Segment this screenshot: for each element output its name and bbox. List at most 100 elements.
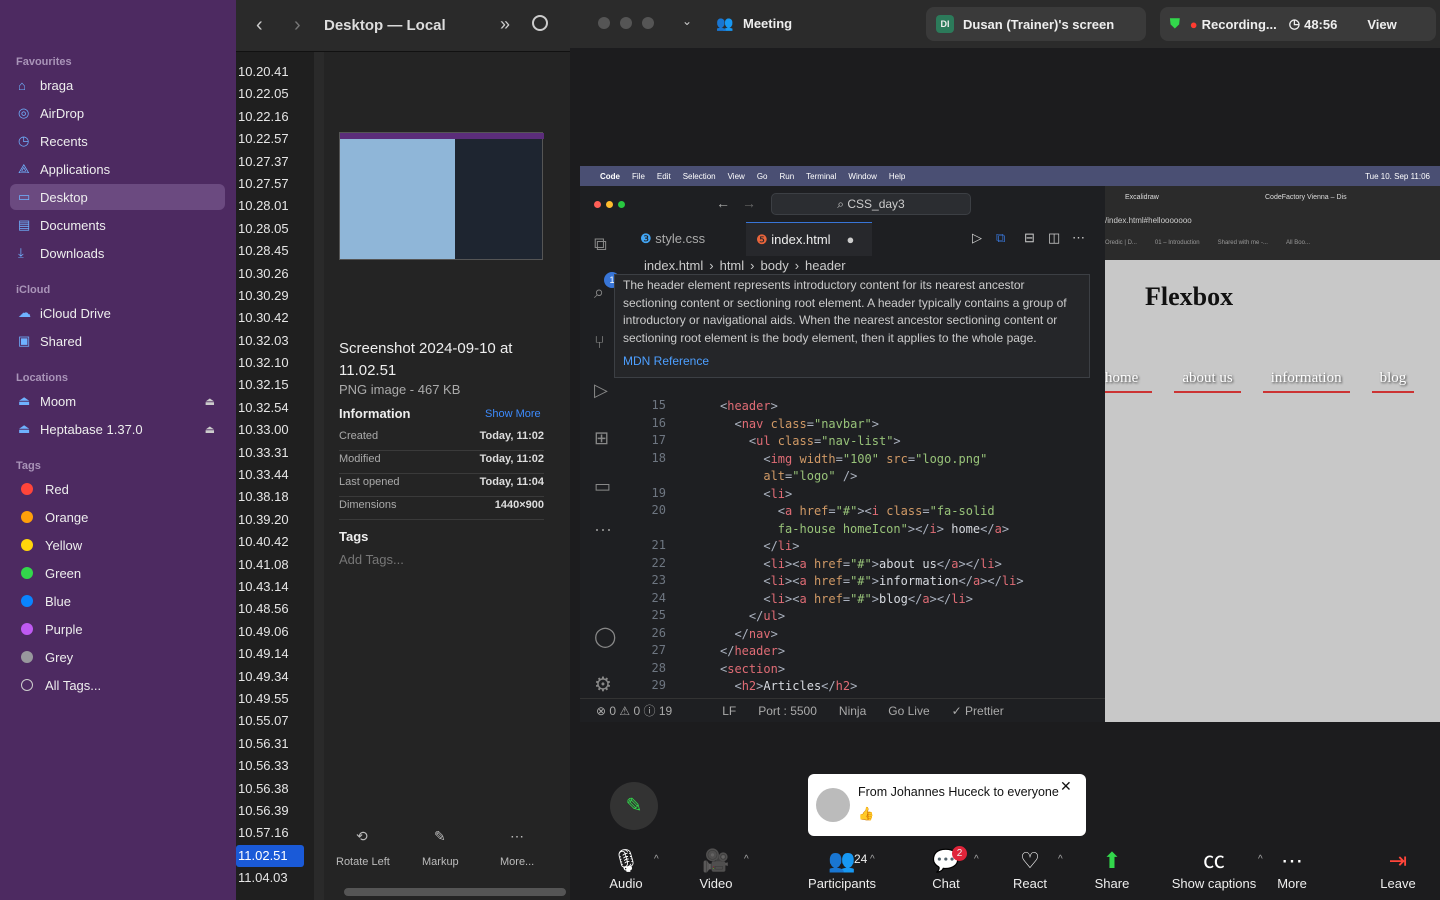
go-live-status[interactable]: Go Live bbox=[888, 704, 929, 718]
close-icon[interactable]: ✕ bbox=[1060, 778, 1072, 795]
file-row[interactable]: 10.27.57 bbox=[236, 173, 314, 195]
problems-status[interactable]: ⊗ 0 ⚠ 0 ⓘ 19 bbox=[596, 702, 672, 719]
file-row[interactable]: 10.33.31 bbox=[236, 442, 314, 464]
sidebar-tag-red[interactable]: Red bbox=[10, 476, 225, 502]
chevron-double-icon[interactable]: » bbox=[500, 14, 510, 35]
sidebar-tag-grey[interactable]: Grey bbox=[10, 644, 225, 670]
file-row[interactable]: 10.43.14 bbox=[236, 576, 314, 598]
forward-icon[interactable]: › bbox=[294, 14, 301, 37]
video-button[interactable]: 🎥 Video bbox=[676, 846, 756, 891]
file-row[interactable]: 11.04.03 bbox=[236, 867, 314, 889]
sidebar-item-downloads[interactable]: ⤓ Downloads bbox=[10, 240, 225, 266]
sidebar-item-icloud-drive[interactable]: ☁ iCloud Drive bbox=[10, 300, 225, 326]
sidebar-item-recents[interactable]: ◷ Recents bbox=[10, 128, 225, 154]
nav-forward-icon[interactable]: → bbox=[742, 195, 756, 211]
file-row[interactable]: 10.38.18 bbox=[236, 486, 314, 508]
file-row[interactable]: 10.32.03 bbox=[236, 330, 314, 352]
code-editor[interactable]: 15 <header> 16 <nav class="navbar"> 17 <ul … bbox=[580, 398, 1090, 698]
more-button[interactable]: ⋯ More bbox=[1252, 846, 1332, 891]
preview-thumbnail[interactable] bbox=[339, 132, 544, 260]
file-row[interactable]: 10.22.16 bbox=[236, 106, 314, 128]
share-button[interactable]: ⬆ Share bbox=[1072, 846, 1152, 891]
participants-button[interactable]: 👥 Participants 24 bbox=[802, 846, 882, 891]
breadcrumb-item[interactable]: header bbox=[805, 258, 845, 273]
back-icon[interactable]: ‹ bbox=[256, 14, 263, 37]
file-row[interactable]: 10.32.54 bbox=[236, 397, 314, 419]
file-row[interactable]: 10.33.44 bbox=[236, 464, 314, 486]
explorer-icon[interactable]: ⧉ bbox=[594, 234, 607, 255]
breadcrumb-item[interactable]: html bbox=[720, 258, 745, 273]
file-row[interactable]: 10.32.10 bbox=[236, 352, 314, 374]
sidebar-tag-blue[interactable]: Blue bbox=[10, 588, 225, 614]
nav-link-information[interactable]: information bbox=[1262, 370, 1350, 393]
markup-button[interactable]: Markup bbox=[422, 856, 459, 868]
sidebar-item-moom[interactable]: ⏏ Moom ⏏ bbox=[10, 388, 225, 414]
breadcrumb-item[interactable]: body bbox=[761, 258, 789, 273]
file-row[interactable]: 10.33.00 bbox=[236, 419, 314, 441]
search-icon[interactable] bbox=[532, 15, 548, 31]
file-row[interactable]: 10.57.16 bbox=[236, 822, 314, 844]
source-control-icon[interactable]: ⑂ bbox=[594, 332, 605, 353]
bookmark-item[interactable]: All Boo... bbox=[1286, 240, 1310, 246]
file-row[interactable]: 10.30.26 bbox=[236, 263, 314, 285]
file-row[interactable]: 10.49.14 bbox=[236, 643, 314, 665]
screen-share-pill[interactable]: DI Dusan (Trainer)'s screen bbox=[926, 7, 1146, 41]
file-row[interactable]: 10.49.06 bbox=[236, 621, 314, 643]
sidebar-tag-all-tags-[interactable]: All Tags... bbox=[10, 672, 225, 698]
more-button[interactable]: More... bbox=[500, 856, 534, 868]
port-status[interactable]: Port : 5500 bbox=[758, 704, 817, 718]
menu-item[interactable]: Window bbox=[848, 172, 876, 181]
chat-button[interactable]: 💬 Chat 2 bbox=[906, 846, 986, 891]
file-row[interactable]: 10.30.42 bbox=[236, 307, 314, 329]
recording-pill[interactable]: ⛊ ● Recording... ◷ 48:56 View bbox=[1160, 7, 1436, 41]
file-row[interactable]: 10.56.39 bbox=[236, 800, 314, 822]
sidebar-tag-green[interactable]: Green bbox=[10, 560, 225, 586]
file-row[interactable]: 10.30.29 bbox=[236, 285, 314, 307]
add-tags-field[interactable]: Add Tags... bbox=[339, 552, 404, 567]
file-row[interactable]: 10.27.37 bbox=[236, 151, 314, 173]
menu-item[interactable]: Terminal bbox=[806, 172, 836, 181]
file-row[interactable]: 10.49.34 bbox=[236, 666, 314, 688]
tab-index-html[interactable]: ❺ index.html ● bbox=[746, 222, 872, 256]
sidebar-item-airdrop[interactable]: ◎ AirDrop bbox=[10, 100, 225, 126]
file-row[interactable]: 10.56.33 bbox=[236, 755, 314, 777]
menu-item[interactable]: Help bbox=[889, 172, 905, 181]
leave-button[interactable]: ⇥ Leave bbox=[1358, 846, 1438, 891]
run-icon[interactable]: ▷ bbox=[972, 230, 982, 246]
sidebar-tag-purple[interactable]: Purple bbox=[10, 616, 225, 642]
file-row[interactable]: 10.20.41 bbox=[236, 61, 314, 83]
caret-up-icon[interactable]: ^ bbox=[744, 854, 749, 865]
file-row[interactable]: 10.39.20 bbox=[236, 509, 314, 531]
annotate-icon[interactable]: ✎ bbox=[610, 782, 658, 830]
sidebar-item-desktop[interactable]: ▭ Desktop bbox=[10, 184, 225, 210]
nav-link-about[interactable]: about us bbox=[1174, 370, 1241, 393]
command-search[interactable]: ⌕ CSS_day3 bbox=[771, 193, 971, 215]
close-window-icon[interactable] bbox=[598, 17, 610, 29]
caret-up-icon[interactable]: ^ bbox=[1058, 854, 1063, 865]
more-actions-icon[interactable]: ⋯ bbox=[1072, 230, 1085, 246]
mdn-reference-link[interactable]: MDN Reference bbox=[623, 354, 1081, 368]
caret-up-icon[interactable]: ^ bbox=[974, 854, 979, 865]
maximize-window-icon[interactable] bbox=[642, 17, 654, 29]
show-more-link[interactable]: Show More bbox=[485, 408, 541, 420]
search-icon[interactable]: ⌕ bbox=[594, 282, 604, 303]
file-row[interactable]: 10.22.57 bbox=[236, 128, 314, 150]
tab-style-css[interactable]: ❸ style.css bbox=[630, 222, 746, 256]
meeting-title[interactable]: Meeting bbox=[743, 16, 792, 31]
caret-up-icon[interactable]: ^ bbox=[870, 854, 875, 865]
menu-item[interactable]: Run bbox=[779, 172, 794, 181]
menu-item[interactable]: View bbox=[728, 172, 745, 181]
file-row[interactable]: 10.55.07 bbox=[236, 710, 314, 732]
file-row[interactable]: 10.22.05 bbox=[236, 83, 314, 105]
browser-tab[interactable]: Excalidraw bbox=[1125, 194, 1159, 201]
chat-notification[interactable]: From Johannes Huceck to everyone 👍 ✕ bbox=[808, 774, 1086, 836]
sidebar-item-documents[interactable]: ▤ Documents bbox=[10, 212, 225, 238]
chevron-down-icon[interactable]: ⌄ bbox=[682, 14, 692, 28]
sidebar-tag-orange[interactable]: Orange bbox=[10, 504, 225, 530]
menu-item[interactable]: Selection bbox=[683, 172, 716, 181]
view-button[interactable]: View bbox=[1367, 17, 1396, 32]
horizontal-scrollbar[interactable] bbox=[344, 888, 566, 896]
bookmark-item[interactable]: Shared with me -... bbox=[1218, 240, 1268, 246]
address-bar[interactable]: /index.html#hellooooooo bbox=[1105, 216, 1330, 225]
show-captions-button[interactable]: ㏄ Show captions bbox=[1162, 846, 1266, 891]
